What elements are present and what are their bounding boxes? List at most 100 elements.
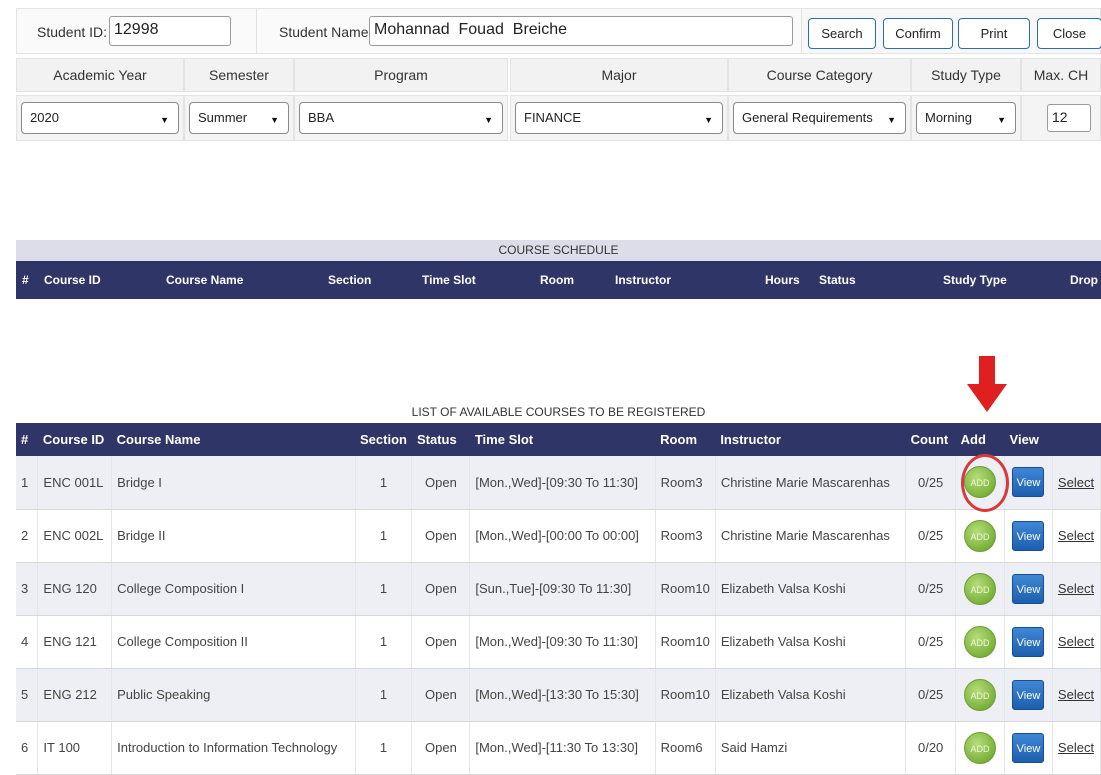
chevron-down-icon: ▼ (160, 115, 169, 125)
view-course-button[interactable]: View (1012, 520, 1045, 551)
filter-header-row: Academic Year Semester Program Major Cou… (16, 58, 1101, 94)
view-course-button[interactable]: View (1012, 679, 1045, 710)
schedule-col-status: Status (819, 273, 856, 287)
select-course-link[interactable]: Select (1058, 581, 1094, 596)
row-count: 0/25 (905, 615, 957, 669)
schedule-col-course-name: Course Name (166, 273, 244, 287)
course-schedule-title: COURSE SCHEDULE (16, 240, 1101, 261)
academic-year-cell: 2020 ▼ (16, 95, 184, 141)
row-number: 2 (16, 509, 39, 563)
chevron-down-icon: ▼ (704, 115, 713, 125)
program-select[interactable]: BBA ▼ (299, 102, 503, 134)
course-category-select[interactable]: General Requirements ▼ (733, 102, 906, 134)
student-name-label: Student Name: (279, 24, 373, 40)
row-course-name: Bridge II (111, 509, 356, 563)
study-type-select[interactable]: Morning ▼ (916, 102, 1016, 134)
view-course-button[interactable]: View (1012, 626, 1045, 657)
row-course-id: ENC 001L (37, 456, 113, 510)
row-status: Open (411, 456, 471, 510)
row-section: 1 (355, 456, 413, 510)
available-courses-body: 1 ENC 001L Bridge I 1 Open [Mon.,Wed]-[09:30 … (16, 456, 1101, 775)
student-id-field[interactable]: 12998 (109, 16, 231, 46)
col-instructor: Instructor (715, 423, 906, 456)
select-course-link[interactable]: Select (1058, 740, 1094, 755)
row-number: 3 (16, 562, 39, 616)
row-select-cell: Select (1052, 509, 1101, 563)
row-count: 0/25 (905, 509, 957, 563)
row-view-cell: View (1004, 668, 1053, 722)
row-course-name: College Composition I (111, 562, 356, 616)
close-button[interactable]: Close (1037, 18, 1101, 49)
select-course-link[interactable]: Select (1058, 634, 1094, 649)
semester-header: Semester (184, 58, 294, 92)
major-header: Major (510, 58, 728, 92)
row-add-cell: ADD (955, 721, 1006, 775)
course-schedule-header: # Course ID Course Name Section Time Slo… (16, 261, 1101, 299)
col-num: # (16, 423, 38, 456)
row-room: Room3 (655, 509, 716, 563)
table-row: 1 ENC 001L Bridge I 1 Open [Mon.,Wed]-[09:30 … (16, 456, 1101, 510)
confirm-button[interactable]: Confirm (883, 18, 953, 49)
study-type-header: Study Type (911, 58, 1021, 92)
row-course-id: ENG 120 (37, 562, 113, 616)
add-course-button[interactable]: ADD (964, 731, 997, 764)
row-room: Room10 (655, 615, 716, 669)
row-add-cell: ADD (955, 562, 1006, 616)
row-number: 5 (16, 668, 39, 722)
row-view-cell: View (1004, 721, 1053, 775)
row-select-cell: Select (1052, 615, 1101, 669)
row-instructor: Said Hamzi (715, 721, 907, 775)
row-course-id: ENG 121 (37, 615, 113, 669)
row-view-cell: View (1004, 562, 1053, 616)
select-course-link[interactable]: Select (1058, 528, 1094, 543)
row-time-slot: [Mon.,Wed]-[11:30 To 13:30] (469, 721, 656, 775)
row-select-cell: Select (1052, 456, 1101, 510)
select-course-link[interactable]: Select (1058, 687, 1094, 702)
row-add-cell: ADD (955, 615, 1006, 669)
view-course-button[interactable]: View (1012, 732, 1045, 763)
view-course-button[interactable]: View (1012, 573, 1045, 604)
print-button[interactable]: Print (958, 18, 1030, 49)
row-course-name: Public Speaking (111, 668, 356, 722)
row-number: 6 (16, 721, 39, 775)
student-name-field[interactable]: Mohannad Fouad Breiche (369, 16, 793, 46)
row-status: Open (411, 668, 471, 722)
col-course-name: Course Name (111, 423, 356, 456)
row-instructor: Elizabeth Valsa Koshi (715, 562, 907, 616)
semester-select[interactable]: Summer ▼ (189, 102, 289, 134)
course-category-value: General Requirements (742, 110, 873, 125)
add-course-button[interactable]: ADD (964, 572, 997, 605)
select-course-link[interactable]: Select (1058, 475, 1094, 490)
program-header: Program (294, 58, 508, 92)
academic-year-select[interactable]: 2020 ▼ (21, 102, 179, 134)
academic-year-value: 2020 (30, 110, 59, 125)
row-time-slot: [Sun.,Tue]-[09:30 To 11:30] (469, 562, 656, 616)
available-courses-table: # Course ID Course Name Section Status T… (16, 423, 1101, 775)
view-course-button[interactable]: View (1012, 467, 1045, 498)
program-cell: BBA ▼ (294, 95, 508, 141)
add-course-button[interactable]: ADD (964, 678, 997, 711)
major-select[interactable]: FINANCE ▼ (515, 102, 723, 134)
row-status: Open (411, 615, 471, 669)
add-course-button[interactable]: ADD (964, 625, 997, 658)
table-row: 3 ENG 120 College Composition I 1 Open [Sun.,… (16, 562, 1101, 616)
row-instructor: Christine Marie Mascarenhas (715, 456, 907, 510)
row-number: 1 (16, 456, 39, 510)
row-room: Room10 (655, 562, 716, 616)
row-instructor: Elizabeth Valsa Koshi (715, 615, 907, 669)
add-course-button[interactable]: ADD (964, 519, 997, 552)
row-course-name: Introduction to Information Technology (111, 721, 356, 775)
col-course-id: Course ID (37, 423, 112, 456)
course-category-cell: General Requirements ▼ (728, 95, 911, 141)
row-view-cell: View (1004, 615, 1053, 669)
chevron-down-icon: ▼ (887, 115, 896, 125)
chevron-down-icon: ▼ (997, 115, 1006, 125)
max-ch-field[interactable]: 12 (1047, 104, 1091, 132)
max-ch-cell: 12 (1021, 95, 1101, 141)
schedule-col-course-id: Course ID (44, 273, 101, 287)
major-cell: FINANCE ▼ (510, 95, 728, 141)
study-type-value: Morning (925, 110, 972, 125)
row-section: 1 (355, 509, 413, 563)
col-count: Count (905, 423, 956, 456)
search-button[interactable]: Search (808, 18, 876, 49)
